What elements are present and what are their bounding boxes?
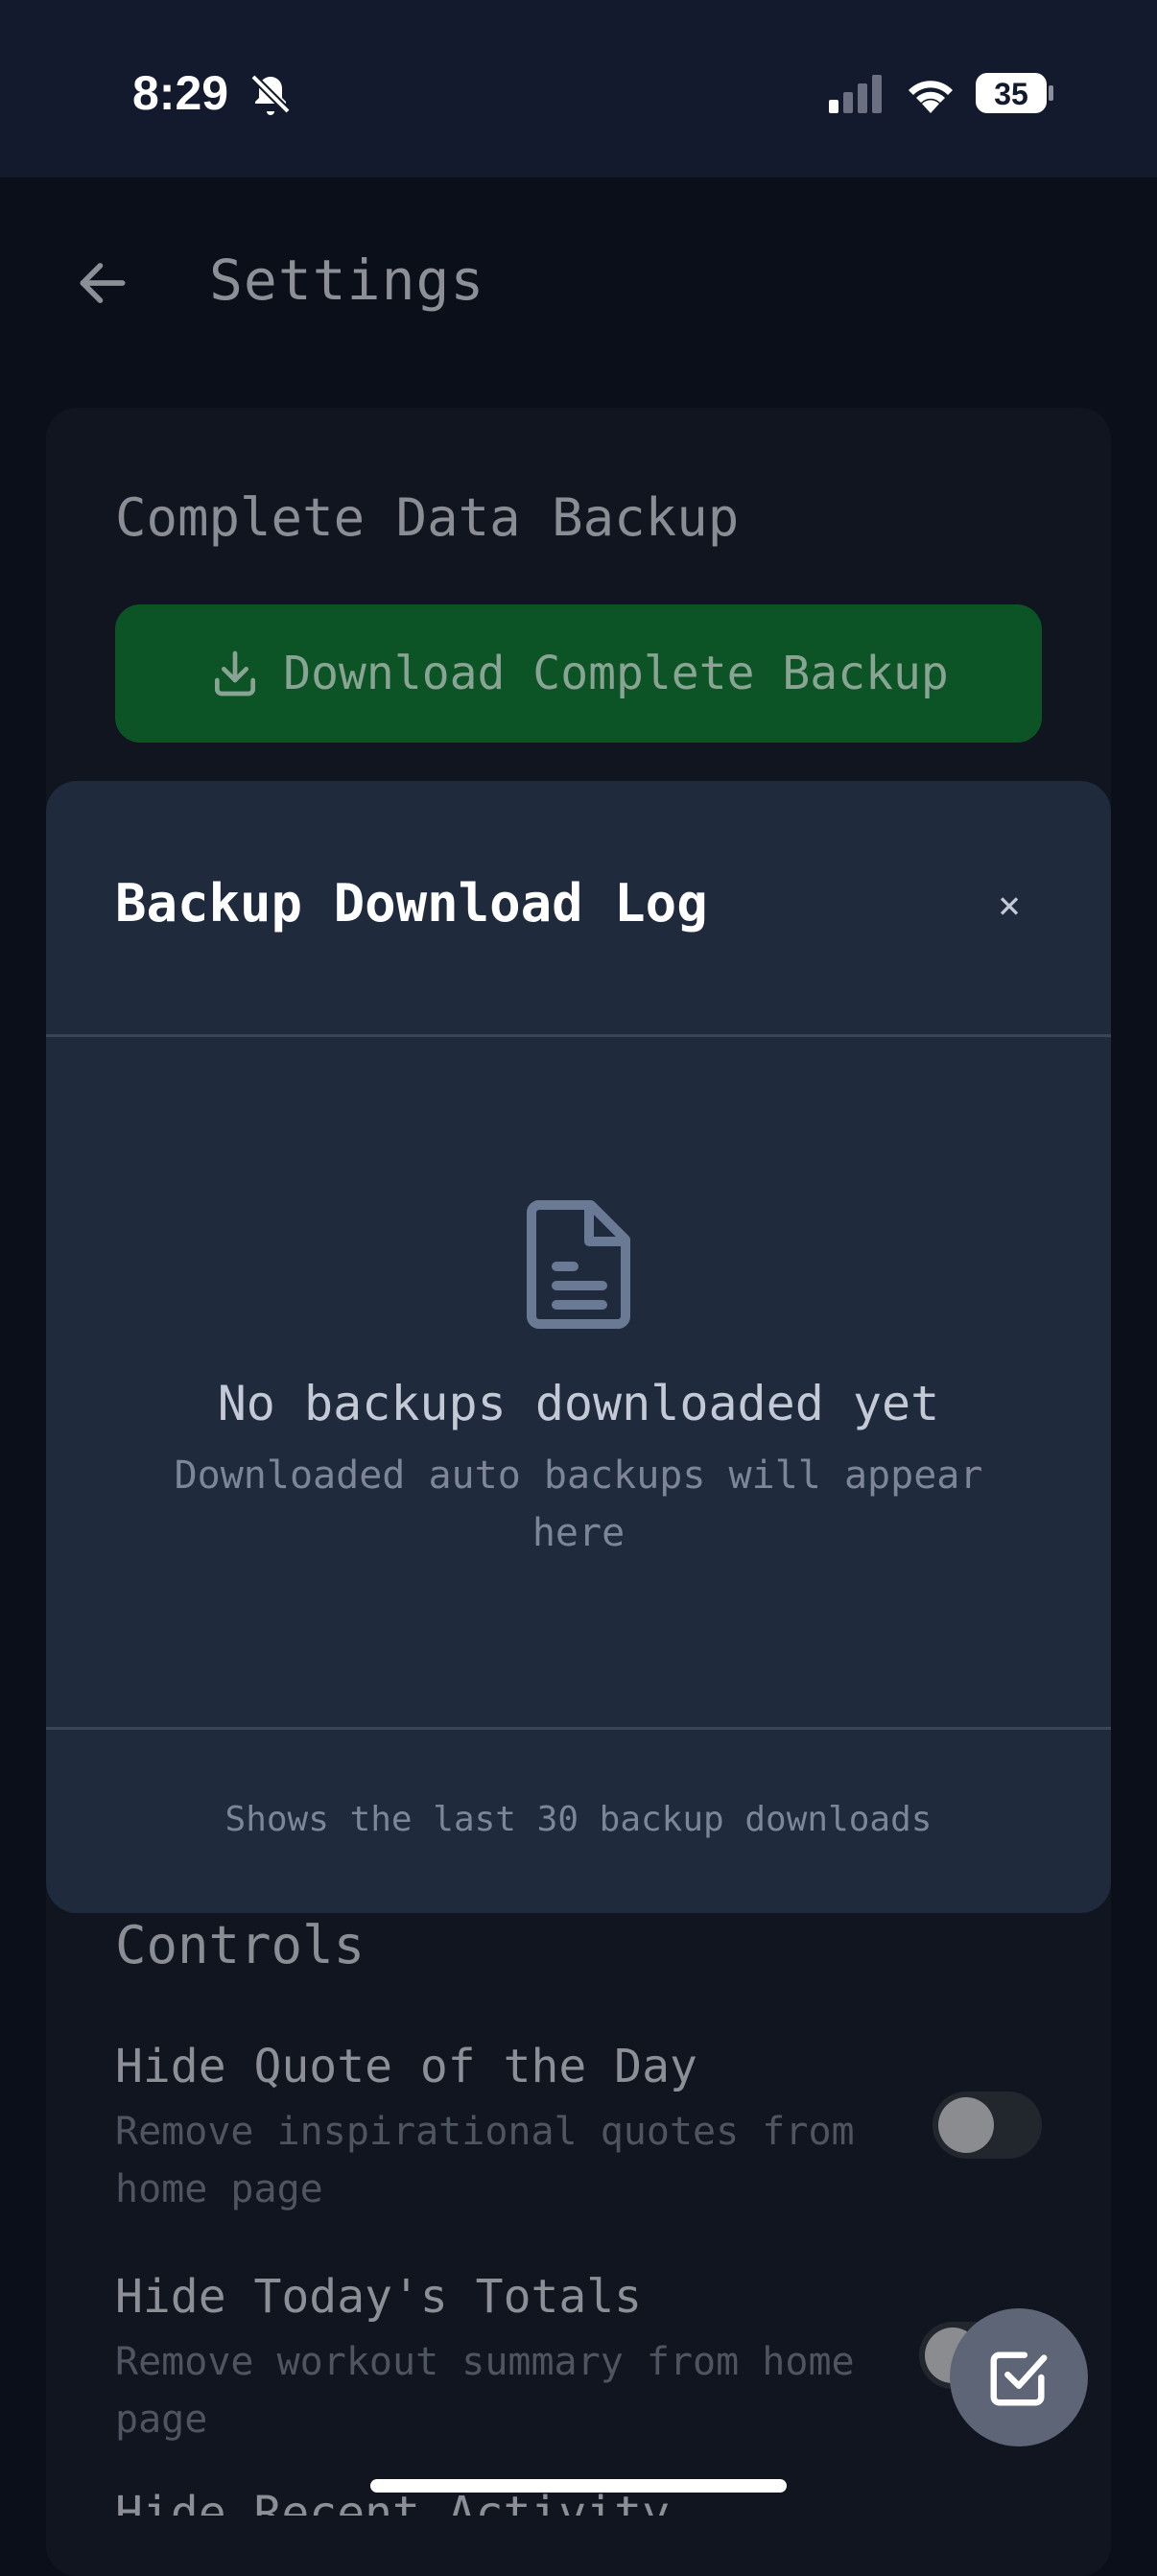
control-title-quote: Hide Quote of the Day	[115, 2040, 697, 2093]
checkbox-edit-icon	[990, 2351, 1048, 2406]
modal-title: Backup Download Log	[115, 873, 708, 934]
back-arrow-icon[interactable]	[73, 253, 132, 313]
backup-log-modal: Backup Download Log × No backups downloa…	[46, 781, 1111, 1913]
status-bar: 8:29 35	[0, 0, 1157, 177]
download-backup-button[interactable]: Download Complete Backup	[115, 604, 1042, 743]
battery-level: 35	[994, 77, 1028, 111]
wifi-icon	[909, 81, 953, 113]
modal-footer-divider	[46, 1727, 1111, 1730]
home-indicator	[370, 2479, 787, 2493]
modal-header-divider	[46, 1034, 1111, 1037]
toggle-knob	[938, 2097, 994, 2153]
empty-state-title: No backups downloaded yet	[217, 1376, 940, 1431]
backup-section-title: Complete Data Backup	[115, 487, 740, 548]
page-title: Settings	[209, 248, 485, 313]
download-backup-label: Download Complete Backup	[283, 647, 949, 700]
document-icon	[527, 1200, 630, 1329]
toggle-hide-quote[interactable]	[933, 2092, 1042, 2159]
control-subtitle-totals: Remove workout summary from home page	[115, 2340, 855, 2442]
modal-footer-note: Shows the last 30 backup downloads	[224, 1800, 933, 1839]
app-bar	[0, 177, 1157, 379]
status-time: 8:29	[132, 66, 229, 120]
empty-state-subtitle: Downloaded auto backups will appear here	[174, 1453, 983, 1555]
floating-action-button[interactable]	[950, 2308, 1088, 2446]
battery-icon: 35	[976, 73, 1053, 113]
control-subtitle-quote: Remove inspirational quotes from home pa…	[115, 2110, 855, 2211]
download-icon	[215, 650, 256, 697]
bell-muted-icon	[250, 74, 291, 115]
control-title-totals: Hide Today's Totals	[115, 2270, 643, 2324]
controls-section-title: Controls	[115, 1915, 366, 1975]
battery-indicator: 35	[975, 71, 1053, 115]
close-button[interactable]: ×	[988, 885, 1030, 927]
cellular-signal-icon	[829, 75, 882, 113]
